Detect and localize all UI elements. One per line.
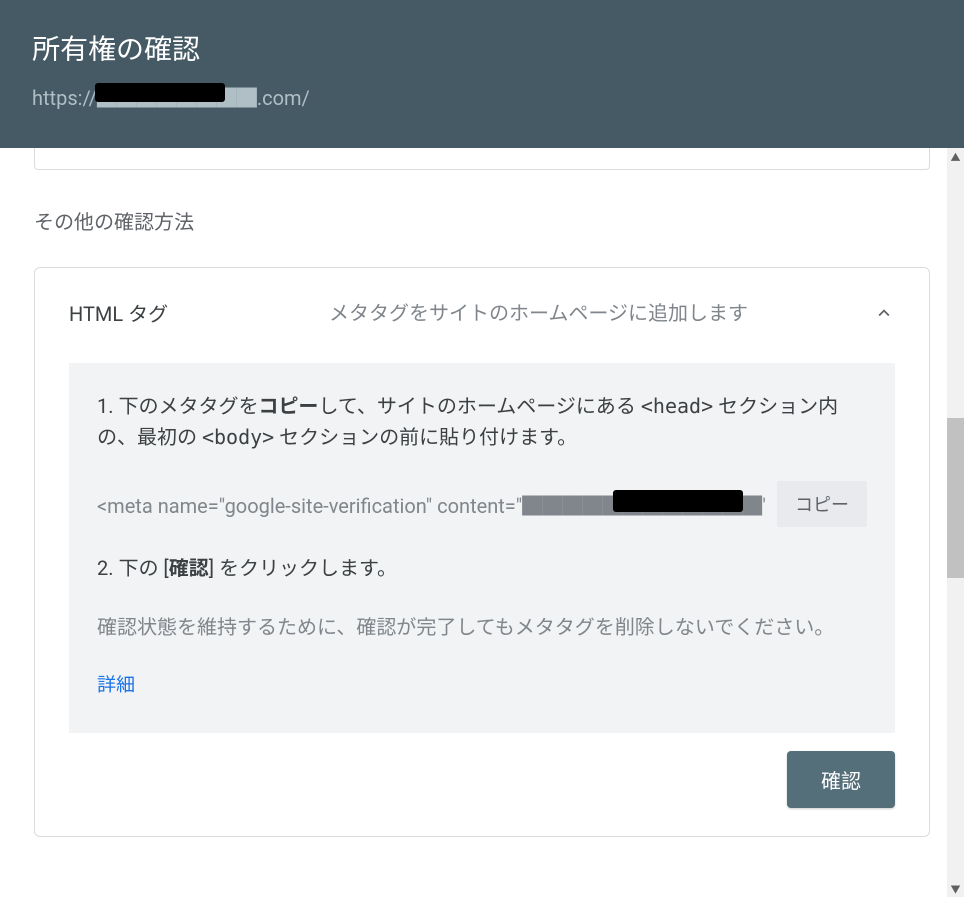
scroll-up-arrow-icon[interactable]: ▲ [947,148,964,165]
chevron-up-icon [873,302,895,324]
previous-card-stub [34,148,930,170]
vertical-scrollbar[interactable]: ▲ ▼ [947,148,964,897]
confirm-button[interactable]: 確認 [787,751,895,808]
meta-tag-code[interactable]: <meta name="google-site-verification" co… [97,490,765,519]
instructions-panel: 1. 下のメタタグをコピーして、サイトのホームページにある <head> セクシ… [69,363,895,733]
copy-button[interactable]: コピー [777,481,867,527]
step-2: 2. 下の [確認] をクリックします。 [97,553,867,584]
page-header: 所有権の確認 https://████████.com/ [0,0,964,148]
details-link[interactable]: 詳細 [97,673,135,696]
retention-note: 確認状態を維持するために、確認が完了してもメタタグを削除しないでください。 [97,612,867,642]
method-desc: メタタグをサイトのホームページに追加します [329,299,748,327]
meta-tag-row: <meta name="google-site-verification" co… [97,481,867,527]
content-area: その他の確認方法 HTML タグ メタタグをサイトのホームページに追加します 1… [0,148,964,897]
scroll-thumb[interactable] [947,418,964,578]
page-title: 所有権の確認 [32,28,932,68]
method-name: HTML タグ [69,298,329,327]
redacted-content [613,490,743,512]
step-1: 1. 下のメタタグをコピーして、サイトのホームページにある <head> セクシ… [97,391,867,453]
confirm-row: 確認 [69,751,895,808]
scroll-down-arrow-icon[interactable]: ▼ [947,880,964,897]
property-url: https://████████.com/ [32,82,310,111]
verification-method-card: HTML タグ メタタグをサイトのホームページに追加します 1. 下のメタタグを… [34,267,930,837]
method-header[interactable]: HTML タグ メタタグをサイトのホームページに追加します [69,298,895,327]
section-label: その他の確認方法 [34,206,930,235]
